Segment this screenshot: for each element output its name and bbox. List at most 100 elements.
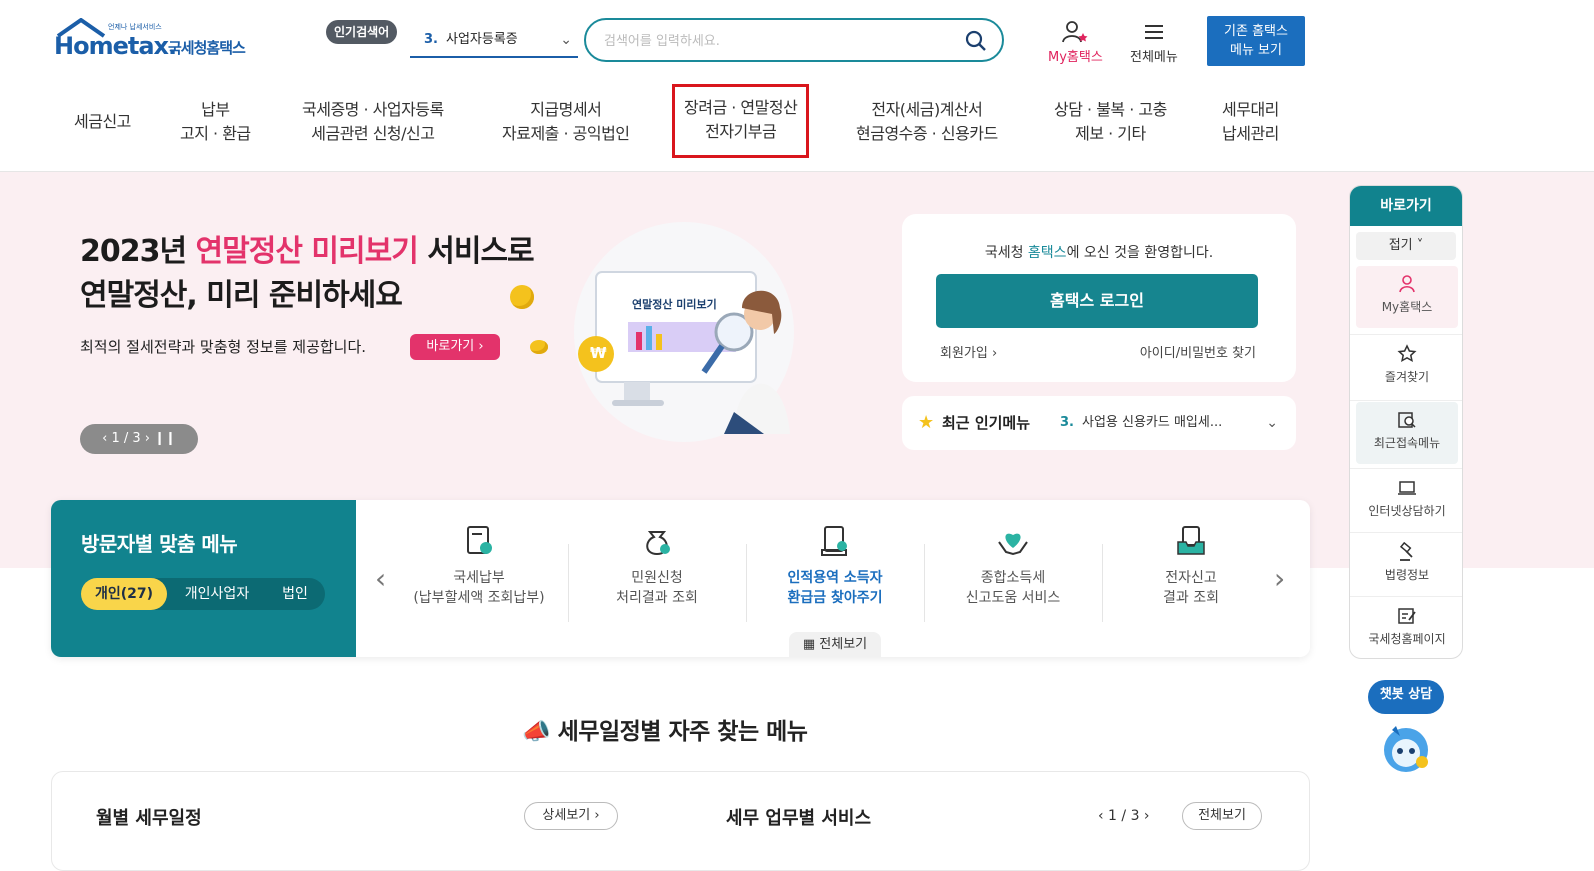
quick-menu-fold-button[interactable]: 접기 ˅ xyxy=(1356,232,1456,260)
login-button[interactable]: 홈택스 로그인 xyxy=(936,274,1258,328)
quick-nts-homepage[interactable]: 국세청홈페이지 xyxy=(1356,598,1458,658)
logo-wordmark: Hometax. xyxy=(54,32,177,60)
service-label-sub: 결과 조회 xyxy=(1163,590,1219,606)
illustration-caption: 연말정산 미리보기 xyxy=(632,298,717,311)
gnb-label-sub: 현금영수증 · 신용카드 xyxy=(856,124,998,143)
divider xyxy=(1350,596,1462,597)
hero-go-button[interactable]: 바로가기 › xyxy=(410,334,500,360)
gnb-label-sub: 고지 · 환급 xyxy=(180,124,251,143)
divider xyxy=(1350,468,1462,469)
gnb-item-tax-agent[interactable]: 세무대리 납세관리 xyxy=(1222,98,1279,146)
gnb-label: 전자(세금)계산서 xyxy=(871,100,983,119)
schedule-title-text: 세무일정별 자주 찾는 메뉴 xyxy=(557,719,808,745)
service-income-tax-help[interactable]: 종합소득세 신고도움 서비스 xyxy=(924,524,1102,608)
gavel-icon xyxy=(1399,542,1413,561)
gnb-item-statements[interactable]: 지급명세서 자료제출 · 공익법인 xyxy=(502,98,630,146)
quick-item-label: 인터넷상담하기 xyxy=(1368,504,1446,518)
tab-corporation[interactable]: 법인 xyxy=(267,578,323,610)
quick-favorites[interactable]: 즐겨찾기 xyxy=(1356,336,1458,398)
money-bag-icon xyxy=(646,531,670,556)
user-star-icon xyxy=(1062,21,1088,43)
hero-subtitle: 최적의 절세전략과 맞춤형 정보를 제공합니다. xyxy=(80,338,367,356)
recent-popular-menu[interactable]: ★ 최근 인기메뉴 3. 사업용 신용카드 매입세... ⌄ xyxy=(902,396,1296,450)
service-refund-finder[interactable]: 인적용역 소득자 환급금 찾아주기 xyxy=(746,524,924,608)
task-all-view-button[interactable]: 전체보기 xyxy=(1182,802,1262,830)
quick-my-hometax[interactable]: My홈택스 xyxy=(1356,266,1458,328)
chevron-down-icon: ⌄ xyxy=(1266,415,1278,431)
gnb-item-year-end-settlement[interactable]: 장려금 · 연말정산 전자기부금 xyxy=(672,84,810,158)
gnb-label: 세금신고 xyxy=(74,112,131,131)
quick-menu-title: 바로가기 xyxy=(1350,186,1462,226)
service-e-filing-result[interactable]: 전자신고 결과 조회 xyxy=(1102,524,1280,608)
service-label-sub: (납부할세액 조회납부) xyxy=(413,590,545,606)
schedule-section-title: 📣 세무일정별 자주 찾는 메뉴 xyxy=(522,712,808,746)
old-menu-line1: 기존 홈택스 xyxy=(1224,24,1288,39)
service-civil-petition[interactable]: 민원신청 처리결과 조회 xyxy=(568,524,746,608)
hero-illustration: 연말정산 미리보기 ₩ xyxy=(574,222,794,442)
chatbot-mascot-icon[interactable] xyxy=(1378,720,1434,776)
banner-pager[interactable]: ‹ 1 / 3 › ❙❙ xyxy=(80,424,198,454)
old-hometax-menu-button[interactable]: 기존 홈택스 메뉴 보기 xyxy=(1207,16,1305,66)
prev-arrow-icon[interactable]: ‹ xyxy=(375,562,386,595)
gnb-label: 세무대리 xyxy=(1222,100,1279,119)
divider xyxy=(1350,400,1462,401)
document-tray-icon xyxy=(1177,526,1205,555)
my-hometax-button[interactable]: My홈택스 xyxy=(1048,20,1103,65)
recent-term: 사업용 신용카드 매입세... xyxy=(1081,415,1223,430)
gnb-item-consulting[interactable]: 상담 · 불복 · 고충 제보 · 기타 xyxy=(1054,98,1167,146)
recent-popular-value: 3. 사업용 신용카드 매입세... xyxy=(1060,396,1222,450)
gnb-label: 국세증명 · 사업자등록 xyxy=(302,100,444,119)
task-service-pager[interactable]: ‹ 1 / 3 › xyxy=(1098,808,1150,824)
welcome-text: 국세청 홈택스에 오신 것을 환영합니다. xyxy=(902,242,1296,262)
service-label: 종합소득세 xyxy=(980,570,1046,586)
service-label: 국세납부 xyxy=(453,570,505,586)
recent-popular-label: 최근 인기메뉴 xyxy=(942,414,1031,432)
tab-sole-proprietor[interactable]: 개인사업자 xyxy=(173,578,261,610)
recent-rank: 3. xyxy=(1060,415,1074,430)
gnb-item-invoices[interactable]: 전자(세금)계산서현금영수증 · 신용카드 xyxy=(856,98,998,146)
gnb-item-certificates[interactable]: 국세증명 · 사업자등록세금관련 신청/신고 xyxy=(302,98,444,146)
tax-payment-icon xyxy=(467,526,492,554)
chevron-down-icon: ⌄ xyxy=(560,32,572,48)
service-label-sub: 신고도움 서비스 xyxy=(965,590,1061,606)
all-menu-button[interactable]: 전체메뉴 xyxy=(1130,20,1178,65)
all-menu-label: 전체메뉴 xyxy=(1130,50,1178,65)
logo-tagline: 언제나 납세서비스 xyxy=(108,23,162,31)
quick-internet-consult[interactable]: 인터넷상담하기 xyxy=(1356,470,1458,532)
tab-individual[interactable]: 개인(27) xyxy=(81,578,167,610)
heart-hands-icon xyxy=(998,533,1028,556)
search-input[interactable] xyxy=(604,30,944,52)
service-label: 민원신청 xyxy=(631,570,683,586)
quick-item-label: 최근접속메뉴 xyxy=(1373,436,1441,450)
search-box xyxy=(584,18,1004,62)
schedule-detail-button[interactable]: 상세보기 › xyxy=(524,802,618,830)
hero-title-line2: 연말정산, 미리 준비하세요 xyxy=(80,278,403,313)
schedule-card: 월별 세무일정 상세보기 › 세무 업무별 서비스 ‹ 1 / 3 › 전체보기 xyxy=(51,771,1310,871)
monitor-woman-illustration xyxy=(578,271,790,434)
hometax-logo[interactable]: 언제나 납세서비스 Hometax. 국세청홈택스 xyxy=(54,18,269,70)
visitor-tabs: 개인(27) 개인사업자 법인 xyxy=(81,578,325,610)
join-link[interactable]: 회원가입 › xyxy=(940,342,997,361)
login-card: 국세청 홈택스에 오신 것을 환영합니다. 홈택스 로그인 회원가입 › 아이디… xyxy=(902,214,1296,382)
monthly-schedule-title: 월별 세무일정 xyxy=(96,808,202,829)
quick-item-label: My홈택스 xyxy=(1381,300,1433,314)
hamburger-icon xyxy=(1144,25,1163,39)
gnb-item-tax-filing[interactable]: 세금신고 xyxy=(74,110,131,134)
welcome-brand: 홈택스 xyxy=(1027,245,1067,261)
hero-title-part2: 서비스로 xyxy=(417,234,534,269)
quick-recent-menu[interactable]: 최근접속메뉴 xyxy=(1356,402,1458,464)
popular-search-select[interactable]: 3. 사업자등록증 ⌄ xyxy=(410,26,578,58)
gnb-label: 장려금 · 연말정산 xyxy=(684,98,798,117)
search-icon[interactable] xyxy=(964,29,988,53)
visitor-all-view-button[interactable]: ▦ 전체보기 xyxy=(789,632,881,657)
all-view-label: 전체보기 xyxy=(819,637,868,652)
gnb-label-sub: 세금관련 신청/신고 xyxy=(311,124,435,143)
logo-korean: 국세청홈택스 xyxy=(168,39,246,57)
next-arrow-icon[interactable]: › xyxy=(1274,562,1285,595)
gnb-item-payment[interactable]: 납부 고지 · 환급 xyxy=(180,98,251,146)
chatbot-button[interactable]: 챗봇 상담 xyxy=(1368,680,1444,714)
popular-term: 사업자등록증 xyxy=(445,32,518,47)
service-tax-payment[interactable]: 국세납부 (납부할세액 조회납부) xyxy=(390,524,568,608)
quick-law-info[interactable]: 법령정보 xyxy=(1356,534,1458,596)
find-id-password-link[interactable]: 아이디/비밀번호 찾기 xyxy=(1140,342,1256,361)
